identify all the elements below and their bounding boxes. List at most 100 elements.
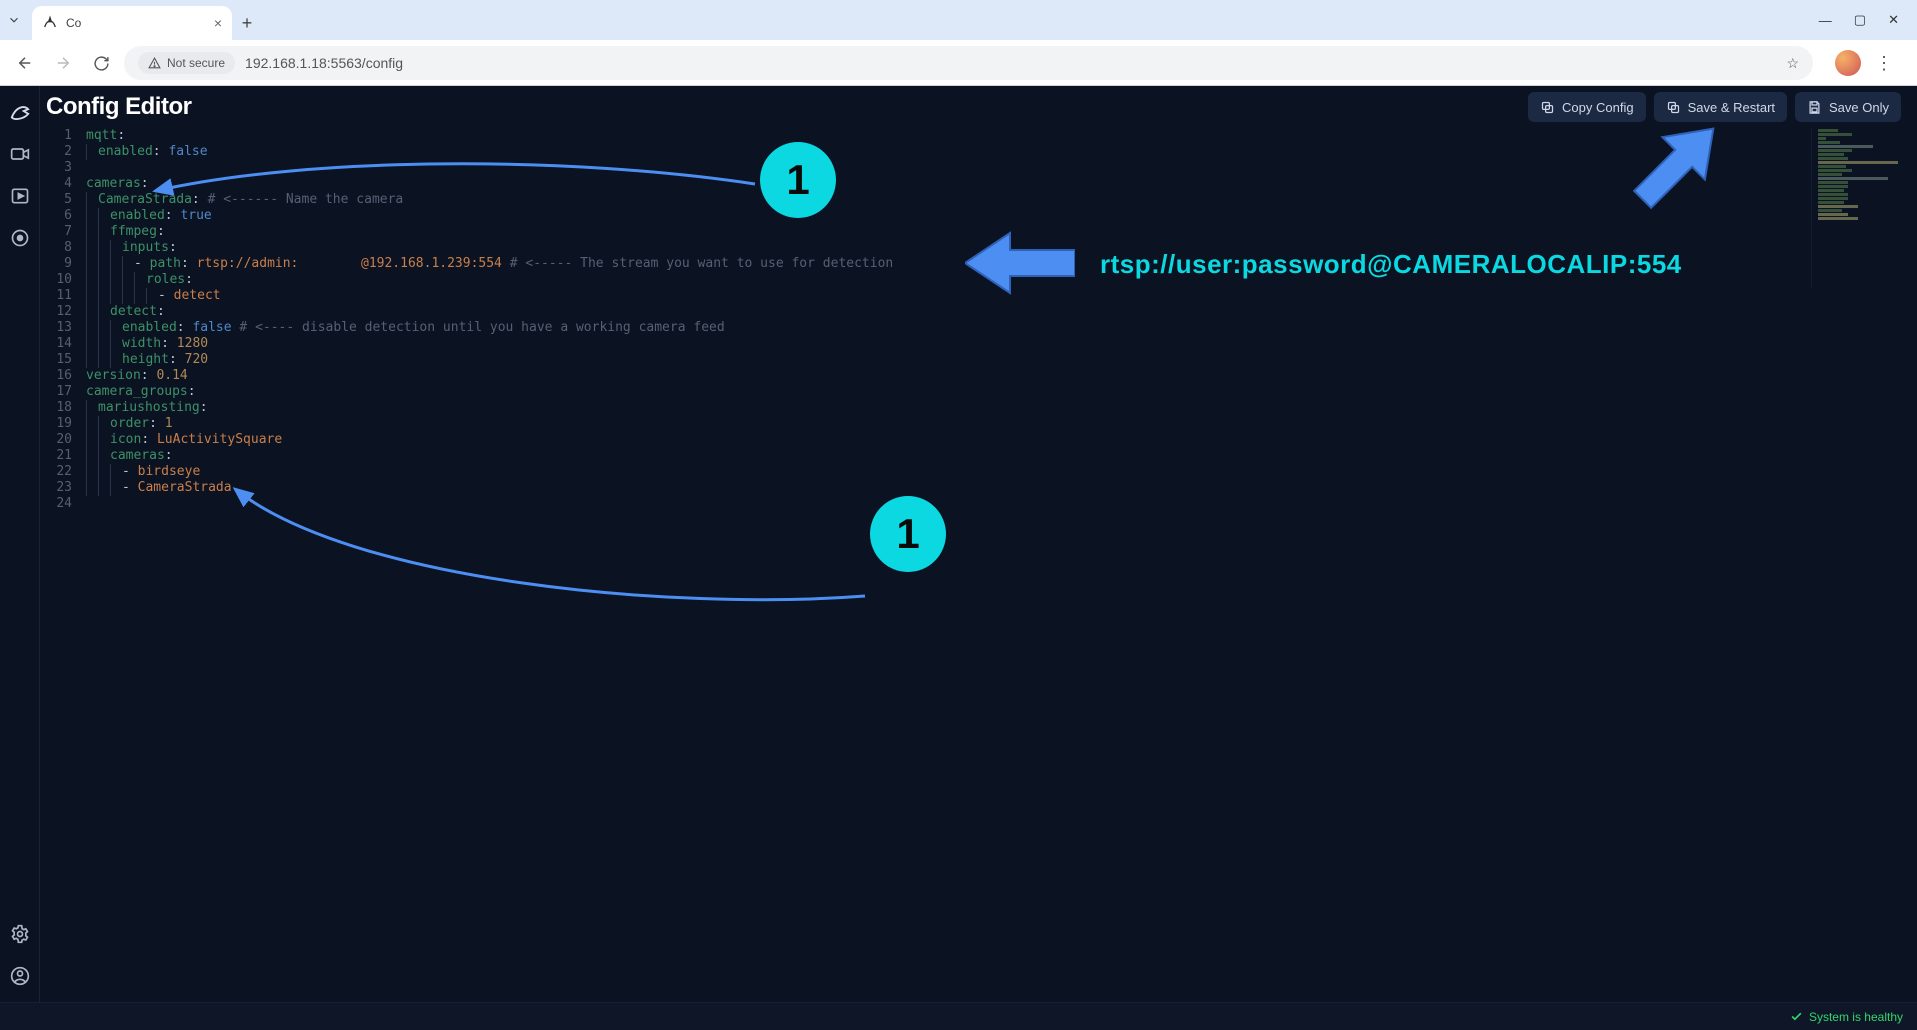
editor-line[interactable]: 13enabled: false # <---- disable detecti… (40, 320, 1917, 336)
editor-line[interactable]: 1mqtt: (40, 128, 1917, 144)
insecure-badge[interactable]: Not secure (138, 52, 235, 74)
save-restart-label: Save & Restart (1688, 100, 1775, 115)
line-code[interactable]: detect: (86, 304, 1917, 320)
chrome-menu-icon[interactable]: ⋮ (1875, 53, 1893, 74)
editor-line[interactable]: 21cameras: (40, 448, 1917, 464)
copy-config-label: Copy Config (1562, 100, 1634, 115)
status-text: System is healthy (1809, 1010, 1903, 1024)
line-code[interactable]: inputs: (86, 240, 1917, 256)
app-frame: Config Editor Copy Config Save & Restart… (0, 86, 1917, 1002)
editor-line[interactable]: 8inputs: (40, 240, 1917, 256)
editor-line[interactable]: 14width: 1280 (40, 336, 1917, 352)
editor-line[interactable]: 11- detect (40, 288, 1917, 304)
sidebar-account-icon[interactable] (8, 964, 32, 988)
editor-line[interactable]: 6enabled: true (40, 208, 1917, 224)
editor-line[interactable]: 2enabled: false (40, 144, 1917, 160)
editor-line[interactable]: 12detect: (40, 304, 1917, 320)
line-number: 12 (40, 304, 86, 320)
line-number: 4 (40, 176, 86, 192)
editor-line[interactable]: 4cameras: (40, 176, 1917, 192)
editor-line[interactable]: 23- CameraStrada (40, 480, 1917, 496)
window-maximize-icon[interactable]: ▢ (1854, 12, 1866, 28)
address-bar-row: Not secure 192.168.1.18:5563/config ☆ ⋮ (0, 40, 1917, 86)
line-code[interactable]: cameras: (86, 176, 1917, 192)
new-tab-button[interactable]: + (232, 6, 262, 40)
line-number: 7 (40, 224, 86, 240)
line-code[interactable]: roles: (86, 272, 1917, 288)
editor-line[interactable]: 20icon: LuActivitySquare (40, 432, 1917, 448)
code-editor[interactable]: 1mqtt:2enabled: false34cameras:5CameraSt… (40, 128, 1917, 1002)
sidebar-recordings-icon[interactable] (8, 184, 32, 208)
editor-minimap[interactable] (1811, 128, 1907, 288)
copy-config-button[interactable]: Copy Config (1528, 92, 1646, 122)
bookmark-star-icon[interactable]: ☆ (1786, 55, 1799, 72)
editor-line[interactable]: 24 (40, 496, 1917, 512)
tab-favicon-icon (42, 15, 58, 31)
line-code[interactable] (86, 160, 1917, 176)
browser-chrome: Co × + — ▢ ✕ Not secure 192.168.1.18:556… (0, 0, 1917, 86)
line-number: 20 (40, 432, 86, 448)
save-restart-button[interactable]: Save & Restart (1654, 92, 1787, 122)
line-number: 22 (40, 464, 86, 480)
line-code[interactable]: version: 0.14 (86, 368, 1917, 384)
nav-back-button[interactable] (10, 48, 40, 78)
tab-close-icon[interactable]: × (214, 15, 222, 31)
app-logo-icon[interactable] (8, 100, 32, 124)
url-text: 192.168.1.18:5563/config (245, 55, 1776, 71)
line-number: 13 (40, 320, 86, 336)
line-code[interactable]: ffmpeg: (86, 224, 1917, 240)
line-number: 23 (40, 480, 86, 496)
url-bar[interactable]: Not secure 192.168.1.18:5563/config ☆ (124, 46, 1813, 80)
line-code[interactable] (86, 496, 1917, 512)
status-bar: System is healthy (0, 1002, 1917, 1030)
line-code[interactable]: enabled: false (86, 144, 1917, 160)
editor-line[interactable]: 7ffmpeg: (40, 224, 1917, 240)
window-close-icon[interactable]: ✕ (1888, 12, 1899, 28)
editor-line[interactable]: 18mariushosting: (40, 400, 1917, 416)
line-number: 1 (40, 128, 86, 144)
sidebar-cameras-icon[interactable] (8, 142, 32, 166)
line-number: 17 (40, 384, 86, 400)
line-code[interactable]: CameraStrada: # <------ Name the camera (86, 192, 1917, 208)
editor-line[interactable]: 17camera_groups: (40, 384, 1917, 400)
window-minimize-icon[interactable]: — (1819, 13, 1832, 28)
line-number: 6 (40, 208, 86, 224)
editor-line[interactable]: 5CameraStrada: # <------ Name the camera (40, 192, 1917, 208)
browser-tab[interactable]: Co × (32, 6, 232, 40)
line-code[interactable]: - detect (86, 288, 1917, 304)
line-code[interactable]: icon: LuActivitySquare (86, 432, 1917, 448)
line-number: 15 (40, 352, 86, 368)
line-code[interactable]: enabled: true (86, 208, 1917, 224)
line-code[interactable]: order: 1 (86, 416, 1917, 432)
editor-line[interactable]: 16version: 0.14 (40, 368, 1917, 384)
editor-line[interactable]: 22- birdseye (40, 464, 1917, 480)
line-code[interactable]: mariushosting: (86, 400, 1917, 416)
line-number: 9 (40, 256, 86, 272)
line-number: 18 (40, 400, 86, 416)
nav-reload-button[interactable] (86, 48, 116, 78)
line-number: 16 (40, 368, 86, 384)
editor-line[interactable]: 9- path: rtsp://admin: @192.168.1.239:55… (40, 256, 1917, 272)
editor-line[interactable]: 10roles: (40, 272, 1917, 288)
save-only-button[interactable]: Save Only (1795, 92, 1901, 122)
page-title: Config Editor (46, 93, 191, 121)
editor-line[interactable]: 15height: 720 (40, 352, 1917, 368)
line-code[interactable]: - CameraStrada (86, 480, 1917, 496)
line-code[interactable]: cameras: (86, 448, 1917, 464)
line-code[interactable]: - birdseye (86, 464, 1917, 480)
nav-forward-button[interactable] (48, 48, 78, 78)
line-code[interactable]: - path: rtsp://admin: @192.168.1.239:554… (86, 256, 1917, 272)
tabs-dropdown-icon[interactable] (0, 0, 28, 40)
profile-avatar-icon[interactable] (1835, 50, 1861, 76)
line-code[interactable]: enabled: false # <---- disable detection… (86, 320, 1917, 336)
window-controls: — ▢ ✕ (1819, 0, 1917, 40)
line-number: 19 (40, 416, 86, 432)
sidebar-export-icon[interactable] (8, 226, 32, 250)
editor-line[interactable]: 19order: 1 (40, 416, 1917, 432)
line-code[interactable]: camera_groups: (86, 384, 1917, 400)
line-code[interactable]: width: 1280 (86, 336, 1917, 352)
line-code[interactable]: mqtt: (86, 128, 1917, 144)
line-code[interactable]: height: 720 (86, 352, 1917, 368)
editor-line[interactable]: 3 (40, 160, 1917, 176)
sidebar-settings-icon[interactable] (8, 922, 32, 946)
